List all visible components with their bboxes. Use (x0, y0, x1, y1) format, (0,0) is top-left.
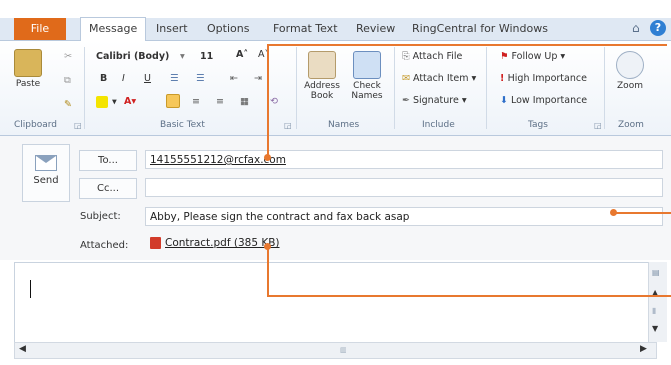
subject-label: Subject: (80, 211, 121, 222)
callout-line-to (267, 44, 269, 157)
envelope-icon: ✉ (402, 73, 413, 84)
decrease-indent-icon[interactable]: ⇤ (230, 73, 238, 84)
scroll-grip-icon[interactable]: ▥ (340, 346, 347, 354)
callout-dot-attachment (264, 243, 271, 250)
compose-header: Send To... 14155551212@rcfax.com Cc... S… (0, 136, 671, 260)
text-cursor (30, 280, 31, 298)
follow-up-button[interactable]: ⚑ Follow Up ▾ (500, 51, 565, 62)
zoom-group-label: Zoom (618, 120, 644, 130)
group-divider (394, 47, 395, 129)
to-button[interactable]: To... (79, 150, 137, 171)
pdf-icon (150, 237, 161, 249)
tab-options[interactable]: Options (207, 18, 249, 40)
tab-ringcentral[interactable]: RingCentral for Windows (412, 18, 548, 40)
zoom-button[interactable]: Zoom (610, 51, 650, 91)
cc-field[interactable] (145, 178, 663, 197)
scroll-thumb[interactable]: ▮ (652, 306, 656, 315)
attach-item-button[interactable]: ✉ Attach Item ▾ (402, 73, 476, 84)
names-group-label: Names (328, 120, 360, 130)
justify-icon[interactable]: ▦ (240, 96, 249, 107)
check-names-button[interactable]: Check Names (346, 51, 388, 101)
group-divider (84, 47, 85, 129)
align-center-icon[interactable]: ≡ (192, 96, 200, 107)
horizontal-scrollbar[interactable]: ◀ ▥ ▶ (14, 342, 657, 359)
font-name-box[interactable]: Calibri (Body) (96, 51, 169, 62)
callout-line-to (267, 44, 667, 46)
scroll-down-icon[interactable]: ▼ (652, 324, 658, 333)
subject-field[interactable]: Abby, Please sign the contract and fax b… (145, 207, 663, 226)
attachment-name: Contract.pdf (385 KB) (165, 237, 280, 249)
high-importance-button[interactable]: ! High Importance (500, 73, 587, 84)
magnifier-icon (616, 51, 644, 79)
attachment-item[interactable]: Contract.pdf (385 KB) (150, 237, 280, 249)
callout-line-attachment (267, 246, 269, 296)
check-names-icon (353, 51, 381, 79)
tags-group-label: Tags (528, 120, 548, 130)
tab-review[interactable]: Review (356, 18, 395, 40)
address-book-button[interactable]: Address Book (300, 51, 344, 101)
clipboard-group-label: Clipboard (14, 120, 57, 130)
callout-dot-subject (610, 209, 617, 216)
minimize-ribbon-icon[interactable]: ⌂ (632, 21, 640, 35)
low-importance-button[interactable]: ⬇ Low Importance (500, 95, 587, 106)
flag-icon: ⚑ (500, 51, 512, 62)
highlight-icon[interactable]: ▾ (96, 96, 117, 108)
send-button[interactable]: Send (22, 144, 70, 202)
to-field[interactable]: 14155551212@rcfax.com (145, 150, 663, 169)
numbering-icon[interactable]: ☰ (196, 73, 205, 84)
attach-file-button[interactable]: ⎘ Attach File (402, 51, 462, 62)
cut-icon[interactable]: ✂ (64, 51, 72, 62)
outlook-message-window: File Message Insert Options Format Text … (0, 0, 671, 365)
paste-button[interactable]: Paste (12, 49, 44, 89)
tab-format-text[interactable]: Format Text (273, 18, 338, 40)
scroll-left-icon[interactable]: ◀ (19, 344, 26, 354)
format-painter-icon[interactable]: ✎ (64, 99, 72, 110)
tab-insert[interactable]: Insert (156, 18, 188, 40)
font-size-box[interactable]: 11 (200, 51, 213, 62)
pen-icon: ✒ (402, 95, 413, 106)
down-arrow-icon: ⬇ (500, 95, 511, 106)
vertical-scrollbar[interactable]: ▤ ▲ ▮ ▼ (648, 262, 667, 342)
attached-label: Attached: (80, 240, 129, 251)
basic-text-group-label: Basic Text (160, 120, 205, 130)
include-group-label: Include (422, 120, 455, 130)
basic-text-launcher-icon[interactable]: ◲ (284, 121, 292, 130)
callout-line-attachment (267, 295, 671, 297)
exclamation-icon: ! (500, 73, 508, 84)
align-right-icon[interactable]: ≡ (216, 96, 224, 107)
align-left-icon[interactable] (166, 94, 184, 108)
callout-dot-to (264, 154, 271, 161)
callout-line-subject (614, 212, 671, 214)
address-book-icon (308, 51, 336, 79)
tab-file[interactable]: File (14, 18, 66, 40)
message-body-editor[interactable] (14, 262, 657, 344)
clear-formatting-icon[interactable]: ⟲ (270, 96, 278, 107)
group-divider (486, 47, 487, 129)
tags-launcher-icon[interactable]: ◲ (594, 121, 602, 130)
copy-icon[interactable]: ⧉ (64, 75, 71, 86)
underline-button[interactable]: U (144, 73, 151, 84)
ribbon: Paste ✂ ⧉ ✎ Clipboard ◲ Calibri (Body) ▾… (0, 41, 671, 136)
bold-button[interactable]: B (100, 73, 107, 84)
paperclip-icon: ⎘ (402, 51, 413, 62)
ruler-toggle-icon[interactable]: ▤ (652, 268, 660, 277)
tab-message[interactable]: Message (80, 17, 147, 42)
grow-font-icon[interactable]: A˄ (236, 49, 248, 60)
help-icon[interactable]: ? (650, 20, 666, 36)
increase-indent-icon[interactable]: ⇥ (254, 73, 262, 84)
group-divider (296, 47, 297, 129)
font-dropdown-icon[interactable]: ▾ (180, 51, 185, 62)
paste-icon (14, 49, 42, 77)
clipboard-launcher-icon[interactable]: ◲ (74, 121, 82, 130)
bullets-icon[interactable]: ☰ (170, 73, 179, 84)
font-color-icon[interactable]: A▾ (124, 96, 136, 107)
scroll-right-icon[interactable]: ▶ (640, 344, 647, 354)
cc-button[interactable]: Cc... (79, 178, 137, 199)
italic-button[interactable]: I (122, 73, 125, 84)
group-divider (604, 47, 605, 129)
ribbon-tab-bar: File Message Insert Options Format Text … (0, 17, 671, 42)
signature-button[interactable]: ✒ Signature ▾ (402, 95, 467, 106)
send-envelope-icon (35, 155, 57, 171)
